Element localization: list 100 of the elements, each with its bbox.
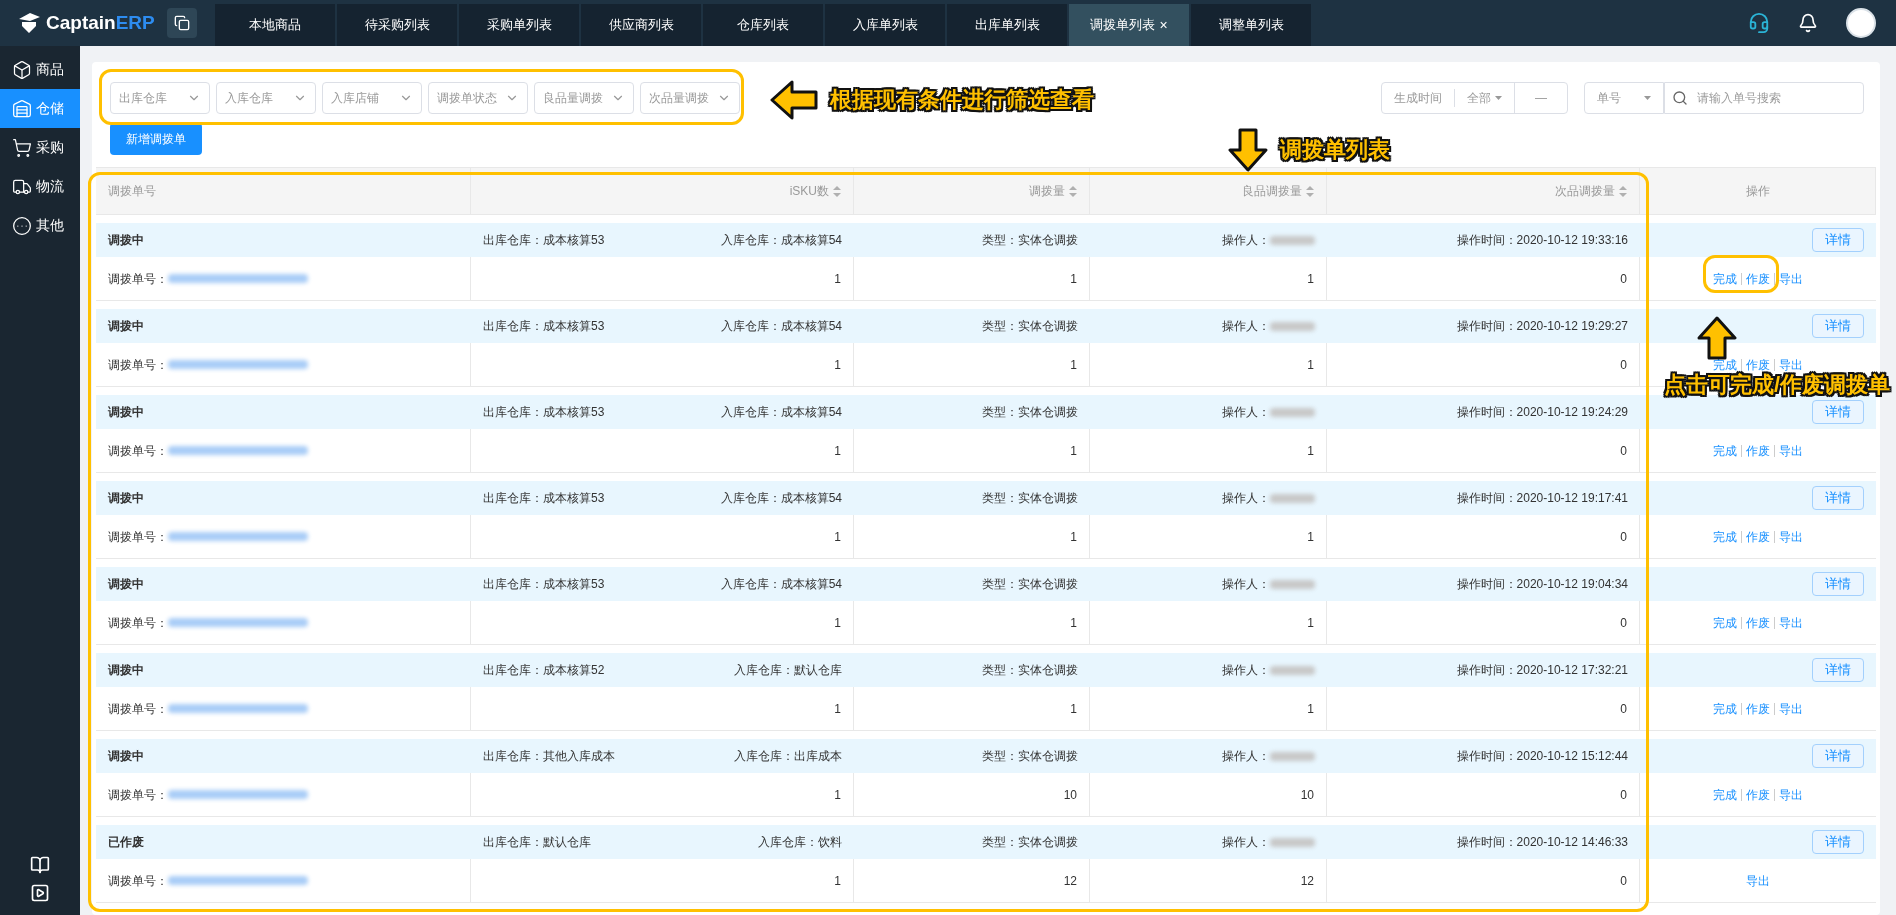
detail-button[interactable]: 详情	[1812, 572, 1864, 596]
status-text: 调拨中	[108, 748, 144, 765]
action-link[interactable]: 完成	[1713, 355, 1737, 374]
detail-button[interactable]: 详情	[1812, 314, 1864, 338]
table-cell-text: 调拨单号：	[108, 614, 168, 632]
action-link[interactable]: 完成	[1713, 613, 1737, 632]
action-link[interactable]: 完成	[1713, 699, 1737, 718]
action-link[interactable]: 作废	[1746, 613, 1770, 632]
table-cell-text: 出库仓库：成本核算53	[483, 576, 605, 593]
action-link[interactable]: 导出	[1779, 699, 1803, 718]
table-cell-text: 入库仓库：成本核算54	[720, 232, 842, 249]
sidebar-item[interactable]: 商品	[0, 50, 80, 89]
table-cell-text: 1	[1070, 442, 1077, 460]
table-cell-text: 1	[1070, 528, 1077, 546]
filter-select[interactable]: 调拨单状态	[428, 82, 528, 114]
table-cell-text: 操作时间：2020-10-12 17:32:21	[1456, 662, 1628, 679]
nav-tab[interactable]: 采购单列表	[459, 4, 579, 46]
table-cell-text: 入库仓库：成本核算54	[720, 490, 842, 507]
table-cell-text: 1	[1070, 700, 1077, 718]
nav-tab[interactable]: 出库单列表	[947, 4, 1067, 46]
table-cell-text: 操作时间：2020-10-12 19:29:27	[1456, 318, 1628, 335]
table-cell-text: 类型：实体仓调拨	[982, 576, 1078, 593]
column-header[interactable]: 调拨量	[854, 168, 1090, 214]
table-cell-text: 操作人：	[1222, 318, 1270, 335]
action-link[interactable]: 作废	[1746, 355, 1770, 374]
action-link[interactable]: 导出	[1746, 871, 1770, 890]
nav-tab[interactable]: 入库单列表	[825, 4, 945, 46]
action-link[interactable]: 导出	[1779, 355, 1803, 374]
action-link[interactable]: 导出	[1779, 613, 1803, 632]
detail-button[interactable]: 详情	[1812, 744, 1864, 768]
status-text: 调拨中	[108, 318, 144, 335]
nav-tab[interactable]: 调整单列表	[1191, 4, 1311, 46]
table-cell-text: 1	[1307, 528, 1314, 546]
detail-button[interactable]: 详情	[1812, 658, 1864, 682]
table-cell-text: 类型：实体仓调拨	[982, 662, 1078, 679]
table-cell-text: 调拨单号：	[108, 270, 168, 288]
table-cell-text: 入库仓库：成本核算54	[720, 404, 842, 421]
action-link[interactable]: 完成	[1713, 785, 1737, 804]
filter-select[interactable]: 次品量调拨	[640, 82, 740, 114]
action-link[interactable]: 作废	[1746, 785, 1770, 804]
table-cell-text: 10	[1063, 786, 1077, 804]
sidebar-item[interactable]: 物流	[0, 167, 80, 206]
close-tab-button[interactable]: ×	[1159, 14, 1168, 36]
table-cell-text: 操作时间：2020-10-12 19:04:34	[1456, 576, 1628, 593]
table-cell-text: 操作时间：2020-10-12 14:46:33	[1456, 834, 1628, 851]
table-cell-text: 类型：实体仓调拨	[982, 404, 1078, 421]
action-link[interactable]: 完成	[1713, 269, 1737, 288]
new-transfer-button[interactable]: 新增调拨单	[110, 123, 202, 155]
table-cell-text: 调拨单号：	[108, 872, 168, 890]
annotation-caption: 调拨单列表	[1280, 139, 1390, 161]
action-link[interactable]: 作废	[1746, 269, 1770, 288]
detail-button[interactable]: 详情	[1812, 400, 1864, 424]
table-cell-text: 1	[834, 356, 841, 374]
table-cell-text: 操作时间：2020-10-12 19:33:16	[1456, 232, 1628, 249]
table-cell-text: 入库仓库：默认仓库	[734, 662, 842, 679]
table-cell-text: 出库仓库：其他入库成本	[483, 748, 615, 765]
filter-select[interactable]: 出库仓库	[110, 82, 210, 114]
nav-tab[interactable]: 仓库列表	[703, 4, 823, 46]
sidebar-item[interactable]: 仓储	[0, 89, 80, 128]
action-link[interactable]: 导出	[1779, 527, 1803, 546]
column-header[interactable]: iSKU数	[471, 168, 854, 214]
nav-tab[interactable]: 供应商列表	[581, 4, 701, 46]
action-link[interactable]: 作废	[1746, 441, 1770, 460]
status-text: 调拨中	[108, 490, 144, 507]
table-cell-text: 0	[1620, 356, 1627, 374]
action-link[interactable]: 作废	[1746, 527, 1770, 546]
filter-select[interactable]: 入库店铺	[322, 82, 422, 114]
action-link[interactable]: 完成	[1713, 441, 1737, 460]
table-cell-text: 类型：实体仓调拨	[982, 232, 1078, 249]
table-cell-text: 入库仓库：成本核算54	[720, 576, 842, 593]
status-text: 调拨中	[108, 404, 144, 421]
search-field[interactable]: 请输入单号搜索	[1664, 82, 1864, 114]
filter-select[interactable]: 入库仓库	[216, 82, 316, 114]
filter-select[interactable]: 良品量调拨	[534, 82, 634, 114]
nav-tab[interactable]: 调拨单列表 ×	[1069, 4, 1189, 46]
action-link[interactable]: 导出	[1779, 269, 1803, 288]
action-link[interactable]: 作废	[1746, 699, 1770, 718]
action-link[interactable]: 导出	[1779, 441, 1803, 460]
detail-button[interactable]: 详情	[1812, 228, 1864, 252]
detail-button[interactable]: 详情	[1812, 830, 1864, 854]
action-link[interactable]: 完成	[1713, 527, 1737, 546]
table-cell-text: 1	[1307, 442, 1314, 460]
nav-tab[interactable]: 本地商品	[215, 4, 335, 46]
table-cell-text: 操作人：	[1222, 662, 1270, 679]
detail-button[interactable]: 详情	[1812, 486, 1864, 510]
nav-tab[interactable]: 待采购列表	[337, 4, 457, 46]
annotation-caption: 点击可完成/作废调拨单	[1663, 374, 1890, 396]
table-cell-text: 1	[834, 270, 841, 288]
date-filter[interactable]: 生成时间 全部 —	[1381, 82, 1568, 114]
search-type-select[interactable]: 单号	[1584, 82, 1664, 114]
table-cell-text: 出库仓库：成本核算53	[483, 232, 605, 249]
table-cell-text: 0	[1620, 700, 1627, 718]
table-cell-text: 1	[834, 872, 841, 890]
table-cell-text: 出库仓库：成本核算52	[483, 662, 605, 679]
sidebar-item[interactable]: 其他	[0, 206, 80, 245]
app-logo: CaptainERP	[46, 10, 155, 35]
table-cell-text: 1	[1307, 356, 1314, 374]
column-header[interactable]: 次品调拨量	[1327, 168, 1640, 214]
action-link[interactable]: 导出	[1779, 785, 1803, 804]
sidebar-item[interactable]: 采购	[0, 128, 80, 167]
